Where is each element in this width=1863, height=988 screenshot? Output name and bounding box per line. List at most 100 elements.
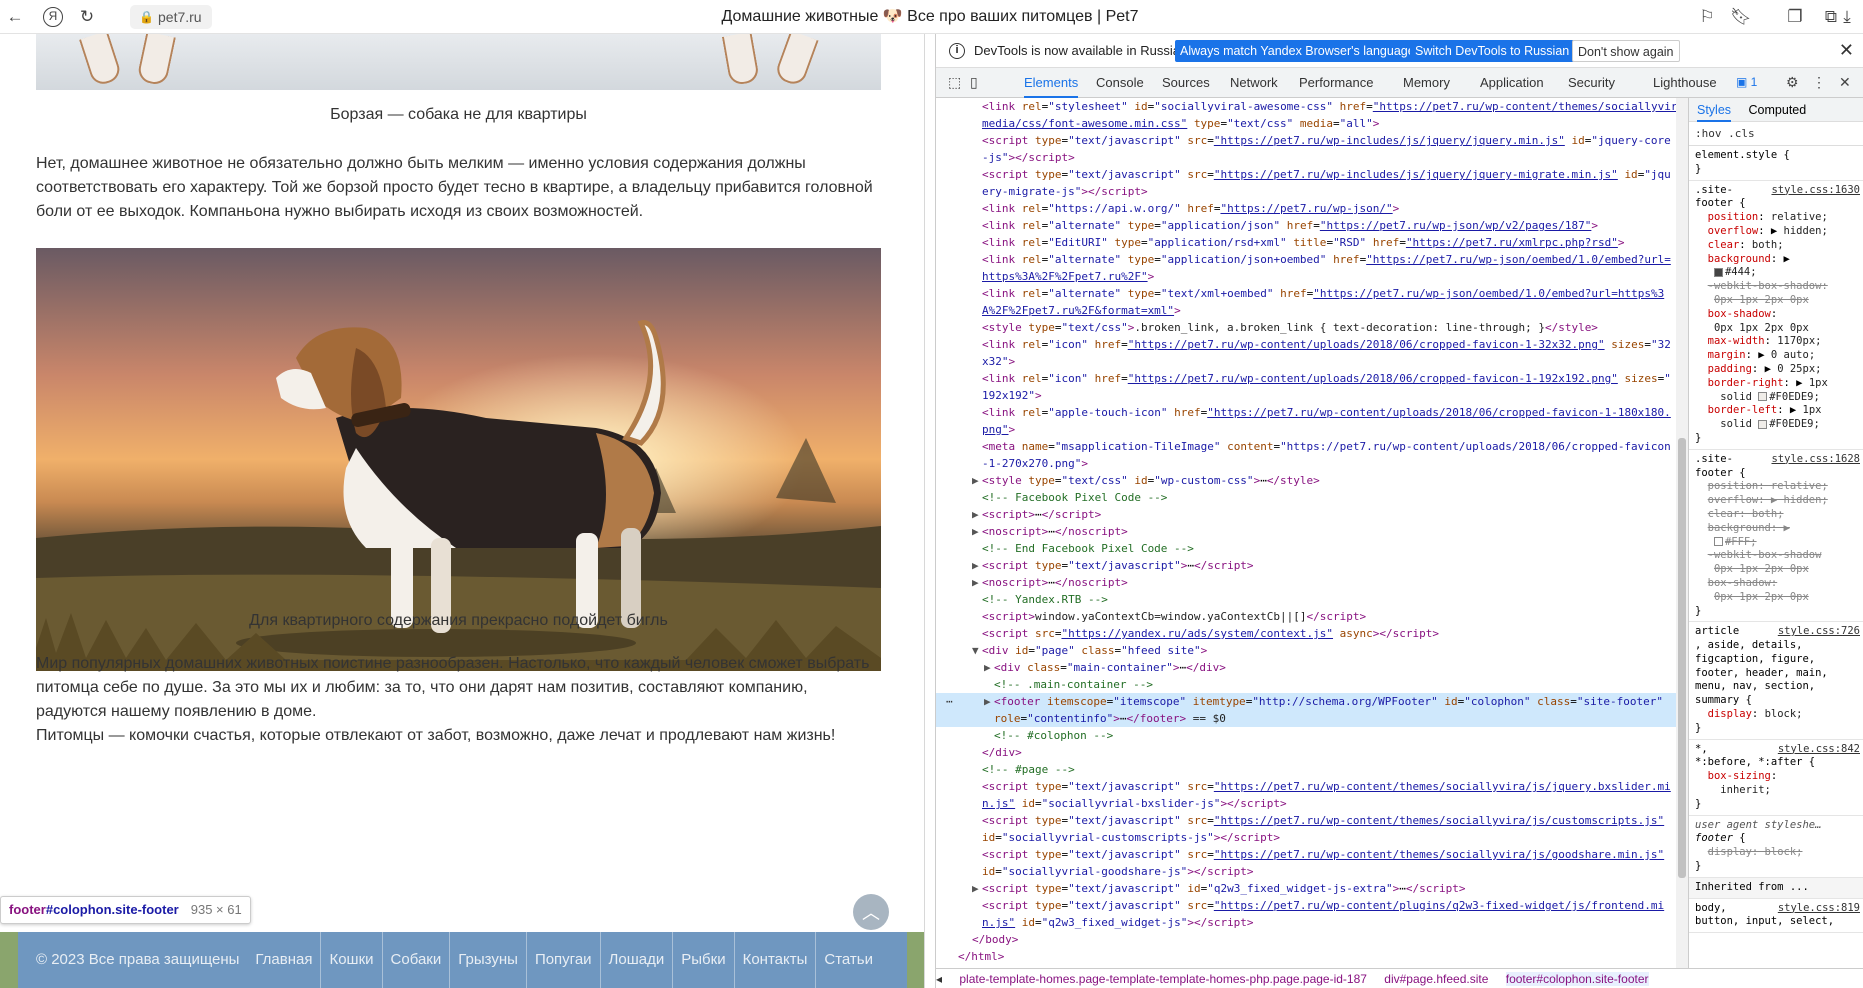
- yandex-icon[interactable]: Я: [40, 4, 66, 30]
- crumb-scroll-left-icon[interactable]: ◂: [936, 972, 942, 986]
- dom-node[interactable]: <!-- .main-container -->: [936, 676, 1676, 693]
- match-language-button[interactable]: Always match Yandex Browser's language: [1175, 40, 1420, 62]
- dom-node[interactable]: <script src="https://yandex.ru/ads/syste…: [936, 625, 1676, 642]
- dom-node[interactable]: https%3A%2F%2Fpet7.ru%2F">: [936, 268, 1676, 285]
- dom-node[interactable]: <link rel="https://api.w.org/" href="htt…: [936, 200, 1676, 217]
- dom-node[interactable]: <script type="text/javascript" src="http…: [936, 778, 1676, 795]
- close-icon[interactable]: ✕: [1839, 40, 1854, 61]
- tab-performance[interactable]: Performance: [1299, 68, 1373, 98]
- bookmark-icon[interactable]: 🔖︎: [1728, 4, 1754, 30]
- dont-show-button[interactable]: Don't show again: [1572, 40, 1680, 62]
- tab-network[interactable]: Network: [1230, 68, 1278, 98]
- footer-link[interactable]: Кошки: [320, 932, 381, 988]
- footer-link[interactable]: Статьи: [815, 932, 881, 988]
- dom-node[interactable]: <meta name="msapplication-TileImage" con…: [936, 438, 1676, 455]
- dom-node[interactable]: <link rel="icon" href="https://pet7.ru/w…: [936, 336, 1676, 353]
- dom-node[interactable]: <link rel="EditURI" type="application/rs…: [936, 234, 1676, 251]
- dom-node[interactable]: <link rel="apple-touch-icon" href="https…: [936, 404, 1676, 421]
- breadcrumb-item[interactable]: footer#colophon.site-footer: [1505, 972, 1649, 986]
- breadcrumb-item[interactable]: div#page.hfeed.site: [1384, 972, 1488, 986]
- dom-node[interactable]: </body>: [936, 931, 1676, 948]
- tab-computed[interactable]: Computed: [1749, 103, 1807, 117]
- more-icon[interactable]: ⋮: [1812, 74, 1826, 91]
- collections-icon[interactable]: ❐: [1782, 4, 1808, 30]
- scroll-to-top-button[interactable]: ︿: [853, 894, 889, 930]
- tab-sources[interactable]: Sources: [1162, 68, 1210, 98]
- scrollbar-thumb[interactable]: [1678, 438, 1686, 878]
- gear-icon[interactable]: ⚙: [1786, 74, 1799, 91]
- dom-node[interactable]: ▶ <script type="text/javascript">⋯</scrip…: [936, 557, 1676, 574]
- tab-memory[interactable]: Memory: [1403, 68, 1450, 98]
- dom-node[interactable]: <link rel="alternate" type="application/…: [936, 251, 1676, 268]
- issues-count: 1: [1750, 75, 1758, 89]
- issues-badge[interactable]: ▣ 1: [1736, 75, 1757, 89]
- tab-elements[interactable]: Elements: [1024, 68, 1079, 98]
- dom-node[interactable]: <link rel="alternate" type="application/…: [936, 217, 1676, 234]
- dom-node[interactable]: id="sociallyvrial-customscripts-js"></sc…: [936, 829, 1676, 846]
- dom-node[interactable]: <script>window.yaContextCb=window.yaCont…: [936, 608, 1676, 625]
- dom-node[interactable]: <link rel="stylesheet" id="sociallyviral…: [936, 98, 1676, 115]
- download-icon[interactable]: ⤓: [1834, 4, 1860, 30]
- dom-node[interactable]: <script type="text/javascript" src="http…: [936, 897, 1676, 914]
- dom-node[interactable]: <script type="text/javascript" src="http…: [936, 166, 1676, 183]
- dom-node[interactable]: <script type="text/javascript" src="http…: [936, 812, 1676, 829]
- dom-node-selected[interactable]: ⋯ ▶ <footer itemscope="itemscope" itemtype…: [936, 693, 1676, 711]
- dom-node[interactable]: ▶ <style type="text/css" id="wp-custom-cs…: [936, 472, 1676, 489]
- dom-node[interactable]: <link rel="alternate" type="text/xml+oem…: [936, 285, 1676, 302]
- tab-security[interactable]: Security: [1568, 68, 1615, 98]
- tab-lighthouse[interactable]: Lighthouse: [1653, 68, 1717, 98]
- footer-link[interactable]: Попугаи: [525, 932, 600, 988]
- tooltip-tag: footer: [9, 902, 46, 917]
- dom-node[interactable]: 192x192">: [936, 387, 1676, 404]
- dom-node[interactable]: ▼ <div id="page" class="hfeed site">: [936, 642, 1676, 659]
- dom-node[interactable]: media/css/font-awesome.min.css" type="te…: [936, 115, 1676, 132]
- close-icon[interactable]: ✕: [1839, 74, 1851, 91]
- footer-link[interactable]: Рыбки: [672, 932, 733, 988]
- footer-link[interactable]: Контакты: [733, 932, 816, 988]
- footer-link[interactable]: Главная: [247, 932, 320, 988]
- dom-node[interactable]: </html>: [936, 948, 1676, 965]
- device-icon[interactable]: ▯: [970, 74, 978, 91]
- dom-scrollbar[interactable]: [1676, 98, 1688, 968]
- dom-node[interactable]: <script type="text/javascript" src="http…: [936, 846, 1676, 863]
- styles-filter[interactable]: :hov .cls: [1689, 122, 1863, 146]
- dom-node[interactable]: <!-- Yandex.RTB -->: [936, 591, 1676, 608]
- beagle-image: [36, 248, 881, 671]
- dom-node[interactable]: png">: [936, 421, 1676, 438]
- dom-node[interactable]: <script type="text/javascript" src="http…: [936, 132, 1676, 149]
- dom-node[interactable]: id="sociallyvrial-goodshare-js"></script…: [936, 863, 1676, 880]
- dom-node[interactable]: n.js" id="sociallyvrial-bxslider-js"></s…: [936, 795, 1676, 812]
- dom-node[interactable]: n.js" id="q2w3_fixed_widget-js"></script…: [936, 914, 1676, 931]
- reload-icon[interactable]: ↻: [74, 4, 100, 30]
- inspect-icon[interactable]: ⬚: [948, 74, 961, 91]
- footer-link[interactable]: Собаки: [381, 932, 450, 988]
- dom-node[interactable]: -1-270x270.png">: [936, 455, 1676, 472]
- dom-node[interactable]: A%2F%2Fpet7.ru%2F&format=xml">: [936, 302, 1676, 319]
- dom-node[interactable]: <!-- #page -->: [936, 761, 1676, 778]
- breadcrumb-item[interactable]: plate-template-homes.page-template-templ…: [959, 972, 1367, 986]
- tab-application[interactable]: Application: [1480, 68, 1544, 98]
- footer-link[interactable]: Лошади: [599, 932, 673, 988]
- dom-node[interactable]: x32">: [936, 353, 1676, 370]
- dom-node[interactable]: <!-- End Facebook Pixel Code -->: [936, 540, 1676, 557]
- dom-node[interactable]: <!-- Facebook Pixel Code -->: [936, 489, 1676, 506]
- back-icon[interactable]: ←: [2, 4, 28, 30]
- dom-node[interactable]: -js"></script>: [936, 149, 1676, 166]
- protect-icon[interactable]: ⚐: [1694, 4, 1720, 30]
- switch-russian-button[interactable]: Switch DevTools to Russian: [1410, 40, 1575, 62]
- dom-node[interactable]: <style type="text/css">.broken_link, a.b…: [936, 319, 1676, 336]
- tab-console[interactable]: Console: [1096, 68, 1144, 98]
- footer-link[interactable]: Грызуны: [449, 932, 526, 988]
- dom-node-selected[interactable]: role="contentinfo">⋯</footer> == $0: [936, 710, 1676, 728]
- address-bar[interactable]: 🔒 pet7.ru: [130, 5, 212, 29]
- dom-node[interactable]: ▶ <div class="main-container">⋯</div>: [936, 659, 1676, 676]
- tab-styles[interactable]: Styles: [1697, 103, 1732, 122]
- dom-node[interactable]: </div>: [936, 744, 1676, 761]
- dom-node[interactable]: ▶ <noscript>⋯</noscript>: [936, 523, 1676, 540]
- dom-node[interactable]: <link rel="icon" href="https://pet7.ru/w…: [936, 370, 1676, 387]
- dom-node[interactable]: ▶ <script>⋯</script>: [936, 506, 1676, 523]
- dom-node[interactable]: ▶ <noscript>⋯</noscript>: [936, 574, 1676, 591]
- dom-node[interactable]: ▶ <script type="text/javascript" id="q2w3…: [936, 880, 1676, 897]
- dom-node[interactable]: ery-migrate-js"></script>: [936, 183, 1676, 200]
- dom-node[interactable]: <!-- #colophon -->: [936, 727, 1676, 744]
